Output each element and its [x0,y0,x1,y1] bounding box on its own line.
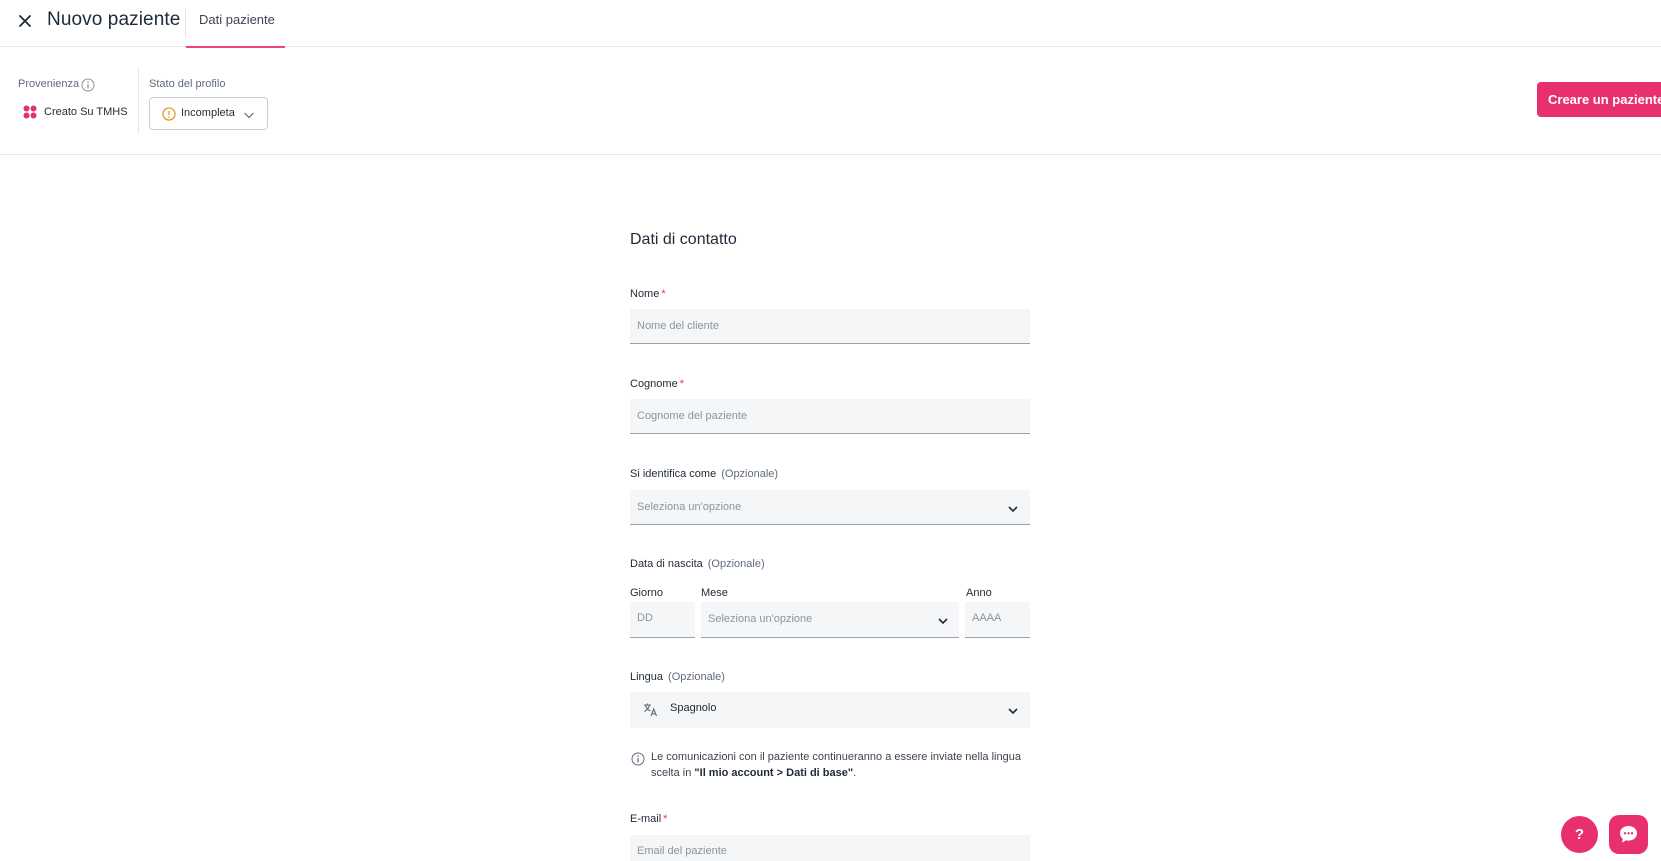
cognome-input[interactable]: Cognome del paziente [630,399,1030,434]
chevron-down-icon [1007,502,1019,514]
mese-placeholder: Seleziona un'opzione [708,613,813,625]
optional-tag: (Opzionale) [668,671,725,683]
anno-label: Anno [966,587,992,599]
close-icon[interactable] [16,12,34,30]
email-input[interactable]: Email del paziente [630,835,1030,861]
translate-icon [643,702,658,717]
create-patient-button[interactable]: Creare un paziente [1537,82,1661,117]
profile-status-select[interactable]: Incompleta [149,97,268,130]
email-label: E-mail * [630,813,667,825]
cognome-label: Cognome * [630,378,684,390]
page-title: Nuovo paziente [47,9,181,30]
section-title: Dati di contatto [630,231,737,248]
lingua-label-text: Lingua [630,671,664,683]
provenance-value: Creato Su TMHS [44,106,128,118]
email-label-text: E-mail [630,813,662,825]
chevron-down-icon [1007,704,1019,716]
anno-input[interactable]: AAAA [965,602,1030,638]
required-mark: * [663,813,668,825]
giorno-label: Giorno [630,587,664,599]
info-icon [631,752,645,766]
mese-select[interactable]: Seleziona un'opzione [701,602,959,638]
nome-label-text: Nome [630,288,660,300]
profile-divider [138,68,139,134]
identifica-select[interactable]: Seleziona un'opzione [630,490,1030,525]
nome-label: Nome * [630,288,666,300]
nome-input[interactable]: Nome del cliente [630,309,1030,344]
anno-placeholder: AAAA [972,612,1002,624]
giorno-placeholder: DD [637,612,653,624]
cognome-label-text: Cognome [630,378,678,390]
lingua-label: Lingua (Opzionale) [630,671,725,683]
chevron-down-icon [937,614,949,626]
cognome-placeholder: Cognome del paziente [637,410,748,422]
note-end: . [853,767,857,779]
profile-bar: Provenienza Creato Su TMHS Stato del pro… [0,47,1661,155]
status-label: Stato del profilo [149,78,226,90]
nascita-label-text: Data di nascita [630,558,703,570]
top-header: Nuovo paziente Dati paziente [0,0,1661,48]
email-placeholder: Email del paziente [637,845,727,857]
status-value: Incompleta [181,107,235,119]
optional-tag: (Opzionale) [721,468,779,480]
identifica-label-text: Si identifica come [630,468,717,480]
required-mark: * [679,378,684,390]
lingua-value: Spagnolo [670,702,717,714]
mese-label: Mese [701,587,728,599]
tab-dati-paziente[interactable]: Dati paziente [186,0,285,48]
tab-label: Dati paziente [199,12,275,27]
identifica-label: Si identifica come (Opzionale) [630,468,778,480]
optional-tag: (Opzionale) [707,558,765,570]
nome-placeholder: Nome del cliente [637,320,719,332]
nascita-label: Data di nascita (Opzionale) [630,558,765,570]
info-icon[interactable] [81,78,95,92]
chat-button[interactable] [1609,815,1648,854]
chat-icon [1620,826,1637,843]
chevron-down-icon [243,108,255,120]
warning-icon [162,107,176,121]
help-button[interactable]: ? [1561,816,1598,853]
language-note: Le comunicazioni con il paziente continu… [651,749,1021,781]
giorno-input[interactable]: DD [630,602,695,638]
note-bold: "Il mio account > Dati di base" [694,767,854,779]
provenance-label: Provenienza [18,78,80,90]
identifica-placeholder: Seleziona un'opzione [637,501,742,513]
lingua-select[interactable]: Spagnolo [630,692,1030,728]
required-mark: * [661,288,666,300]
tmhs-logo-icon [23,105,37,119]
